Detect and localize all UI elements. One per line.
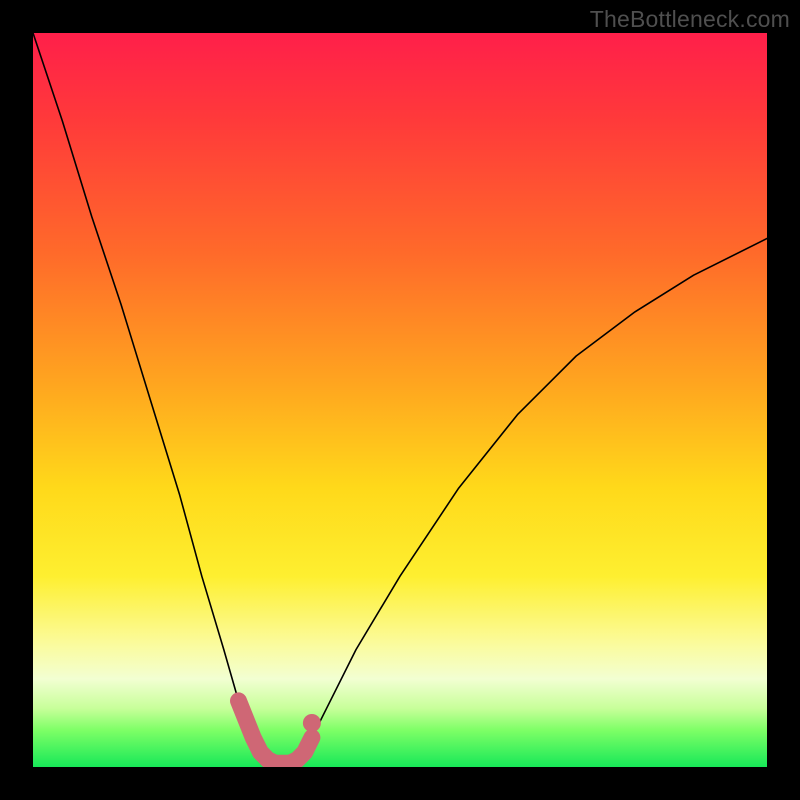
chart-frame: TheBottleneck.com [0,0,800,800]
bottleneck-curve [33,33,767,763]
bottleneck-curve-layer [33,33,767,767]
plot-area [33,33,767,767]
optimal-range-highlight [239,701,312,763]
highlight-point-icon [303,714,321,732]
watermark-label: TheBottleneck.com [590,6,790,33]
